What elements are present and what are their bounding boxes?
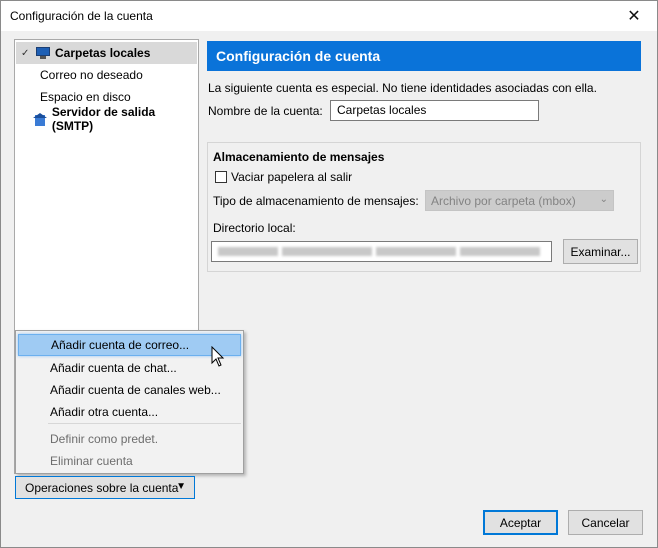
menu-separator [48, 423, 241, 424]
account-name-label: Nombre de la cuenta: [208, 104, 323, 118]
chevron-down-icon: ▼ [176, 481, 186, 492]
browse-button[interactable]: Examinar... [563, 239, 638, 264]
tree-item-label: Espacio en disco [40, 90, 131, 104]
cancel-button[interactable]: Cancelar [568, 510, 643, 535]
account-operations-menu: Añadir cuenta de correo... Añadir cuenta… [15, 330, 244, 474]
local-directory-input[interactable] [211, 241, 552, 262]
chevron-down-icon: ⌄ [599, 194, 608, 205]
menu-item-add-other-account[interactable]: Añadir otra cuenta... [18, 401, 241, 423]
empty-trash-checkbox[interactable] [215, 171, 227, 183]
tree-item-label: Servidor de salida (SMTP) [51, 105, 156, 133]
menu-item-add-mail-account[interactable]: Añadir cuenta de correo... [18, 334, 241, 356]
empty-trash-label: Vaciar papelera al salir [231, 170, 353, 184]
title-bar: Configuración de la cuenta ✕ [1, 1, 657, 31]
account-operations-label: Operaciones sobre la cuenta [25, 480, 179, 495]
tree-item-correo-no-deseado[interactable]: Correo no deseado [40, 64, 143, 86]
server-icon [33, 112, 47, 126]
page-title: Configuración de cuenta [207, 41, 641, 71]
menu-item-add-feed-account[interactable]: Añadir cuenta de canales web... [18, 379, 241, 401]
menu-item-set-default[interactable]: Definir como predet. [18, 428, 241, 450]
mouse-cursor-icon [211, 346, 225, 367]
store-type-select[interactable]: Archivo por carpeta (mbox) ⌄ [425, 190, 614, 211]
storage-group-title: Almacenamiento de mensajes [213, 150, 385, 164]
account-operations-button[interactable]: Operaciones sobre la cuenta ▼ [15, 476, 195, 499]
store-type-label: Tipo de almacenamiento de mensajes: [213, 194, 419, 208]
menu-item-add-chat-account[interactable]: Añadir cuenta de chat... [18, 357, 241, 379]
window-title: Configuración de la cuenta [10, 9, 153, 23]
chevron-down-icon[interactable]: ✓ [21, 48, 33, 59]
menu-item-remove-account[interactable]: Eliminar cuenta [18, 450, 241, 472]
account-settings-window: Configuración de la cuenta ✕ ✓ Carpetas … [0, 0, 658, 548]
tree-item-label: Correo no deseado [40, 68, 143, 82]
close-button[interactable]: ✕ [611, 1, 657, 31]
account-name-input[interactable]: Carpetas locales [330, 100, 539, 121]
tree-item-carpetas-locales[interactable]: ✓ Carpetas locales [16, 42, 197, 64]
accept-button[interactable]: Aceptar [483, 510, 558, 535]
special-account-notice: La siguiente cuenta es especial. No tien… [208, 81, 597, 95]
computer-icon [36, 47, 50, 59]
tree-item-label: Carpetas locales [55, 46, 151, 60]
tree-item-servidor-salida[interactable]: Servidor de salida (SMTP) [15, 105, 198, 133]
store-type-value: Archivo por carpeta (mbox) [431, 193, 576, 208]
local-directory-label: Directorio local: [213, 221, 296, 235]
